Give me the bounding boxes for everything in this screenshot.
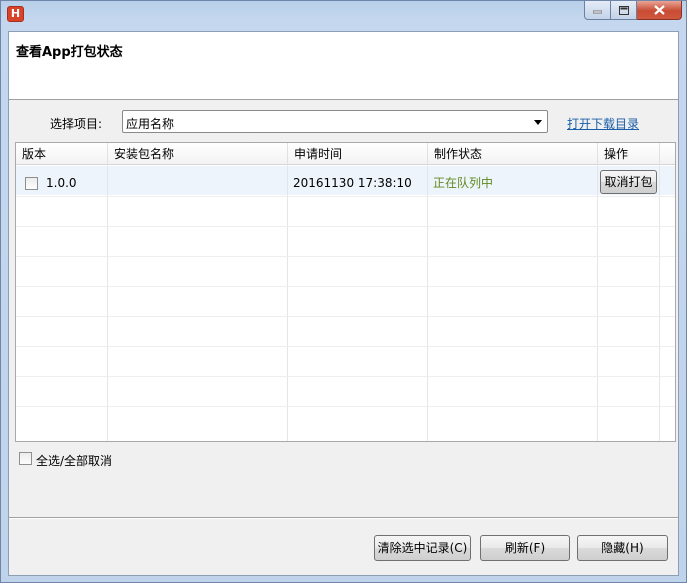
cell-request-time: 20161130 17:38:10 <box>293 176 412 190</box>
column-header-request-time[interactable]: 申请时间 <box>288 143 428 165</box>
title-bar[interactable]: H <box>1 1 686 27</box>
cell-status: 正在队列中 <box>433 176 494 190</box>
column-header-package-name[interactable]: 安装包名称 <box>108 143 288 165</box>
refresh-button[interactable]: 刷新(F) <box>480 535 570 561</box>
open-download-dir-link[interactable]: 打开下载目录 <box>567 115 639 132</box>
table-header: 版本 安装包名称 申请时间 制作状态 操作 <box>16 143 675 165</box>
grid-divider <box>16 286 675 287</box>
row-checkbox[interactable] <box>25 177 38 190</box>
select-all-checkbox[interactable] <box>19 452 32 465</box>
minimize-button[interactable] <box>584 1 611 20</box>
app-logo-icon: H <box>7 6 24 22</box>
grid-divider <box>659 165 660 441</box>
column-header-action[interactable]: 操作 <box>598 143 660 165</box>
close-icon <box>653 5 665 15</box>
grid-divider <box>16 346 675 347</box>
grid-divider <box>597 165 598 441</box>
package-status-table: 版本 安装包名称 申请时间 制作状态 操作 1.0.0 20161130 17:… <box>15 142 676 442</box>
grid-divider <box>16 196 675 197</box>
window-controls <box>584 1 682 20</box>
minimize-icon <box>593 10 602 14</box>
app-window: H 查看App打包状态 选择项目: 应用名称 打开下载目录 版本 安装包名称 申… <box>0 0 687 583</box>
project-select-label: 选择项目: <box>50 117 103 131</box>
grid-divider <box>427 165 428 441</box>
close-button[interactable] <box>637 1 682 20</box>
grid-divider <box>16 376 675 377</box>
cancel-package-button[interactable]: 取消打包 <box>600 170 657 194</box>
grid-divider <box>16 406 675 407</box>
header-panel: 查看App打包状态 <box>9 32 678 100</box>
grid-divider <box>16 226 675 227</box>
grid-divider <box>16 256 675 257</box>
chevron-down-icon <box>534 120 542 125</box>
grid-divider <box>16 316 675 317</box>
column-header-status[interactable]: 制作状态 <box>428 143 598 165</box>
column-header-version[interactable]: 版本 <box>16 143 108 165</box>
dialog-client-area: 查看App打包状态 选择项目: 应用名称 打开下载目录 版本 安装包名称 申请时… <box>8 31 679 576</box>
project-select[interactable]: 应用名称 <box>122 110 548 133</box>
grid-divider <box>107 165 108 441</box>
cell-version: 1.0.0 <box>46 176 77 190</box>
maximize-icon <box>618 5 629 15</box>
project-select-value: 应用名称 <box>126 117 175 131</box>
page-title: 查看App打包状态 <box>16 45 123 60</box>
grid-divider <box>287 165 288 441</box>
maximize-button[interactable] <box>611 1 637 20</box>
select-all-label[interactable]: 全选/全部取消 <box>36 452 112 469</box>
clear-selected-button[interactable]: 清除选中记录(C) <box>374 535 471 561</box>
hide-button[interactable]: 隐藏(H) <box>577 535 668 561</box>
footer-divider-highlight <box>9 518 678 519</box>
